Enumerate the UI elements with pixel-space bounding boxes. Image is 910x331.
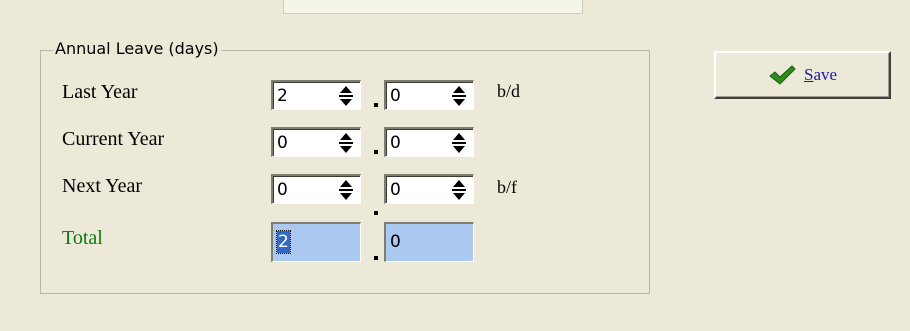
decimal-point (374, 150, 378, 154)
current-year-fraction-spinner[interactable]: 0 (384, 127, 474, 157)
next-year-label: Next Year (62, 175, 142, 197)
spinner-arrows-icon[interactable] (336, 180, 356, 200)
spinner-value[interactable]: 0 (277, 131, 288, 155)
group-title: Annual Leave (days) (53, 39, 221, 59)
decimal-point (374, 256, 378, 260)
spinner-arrows-icon[interactable] (449, 86, 469, 106)
save-label-rest: ave (813, 65, 838, 84)
spinner-value[interactable]: 2 (277, 84, 288, 108)
total-whole-field: 2 (271, 222, 361, 262)
spinner-arrows-icon[interactable] (336, 133, 356, 153)
spinner-value[interactable]: 0 (390, 131, 401, 155)
save-button[interactable]: Save (714, 51, 891, 99)
last-year-unit: b/d (497, 81, 521, 101)
next-year-unit: b/f (497, 177, 517, 197)
spinner-arrows-icon[interactable] (449, 133, 469, 153)
total-whole-value: 2 (276, 230, 291, 254)
last-year-fraction-spinner[interactable]: 0 (384, 80, 474, 110)
next-year-fraction-spinner[interactable]: 0 (384, 174, 474, 204)
last-year-whole-spinner[interactable]: 2 (271, 80, 361, 110)
spinner-value[interactable]: 0 (390, 84, 401, 108)
spinner-arrows-icon[interactable] (336, 86, 356, 106)
top-panel-edge (283, 0, 583, 14)
current-year-whole-spinner[interactable]: 0 (271, 127, 361, 157)
last-year-label: Last Year (62, 81, 138, 103)
save-button-label: Save (804, 65, 837, 85)
spinner-value[interactable]: 0 (277, 178, 288, 202)
checkmark-icon (769, 65, 796, 85)
current-year-label: Current Year (62, 128, 165, 150)
spinner-value[interactable]: 0 (390, 178, 401, 202)
total-fraction-field: 0 (384, 222, 474, 262)
total-fraction-value: 0 (390, 232, 401, 252)
decimal-point (374, 103, 378, 107)
next-year-whole-spinner[interactable]: 0 (271, 174, 361, 204)
decimal-point (374, 211, 378, 215)
total-label: Total (62, 227, 103, 249)
spinner-arrows-icon[interactable] (449, 180, 469, 200)
